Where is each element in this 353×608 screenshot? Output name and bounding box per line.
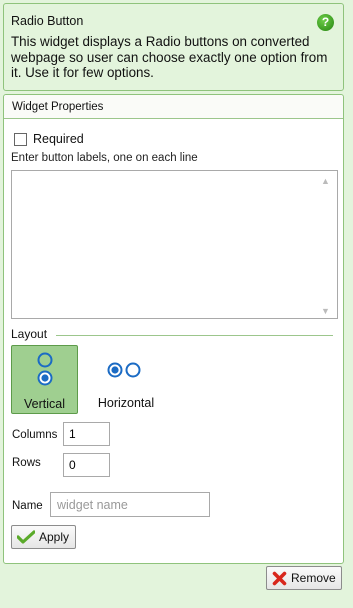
widget-description: This widget displays a Radio buttons on … <box>11 34 328 80</box>
layout-vertical-label: Vertical <box>24 397 65 411</box>
layout-horizontal-label: Horizontal <box>97 396 155 410</box>
checkmark-icon <box>17 530 35 544</box>
columns-label: Columns <box>12 429 58 441</box>
widget-properties-panel: Widget Properties Required Enter button … <box>3 94 344 564</box>
required-checkbox[interactable] <box>14 132 27 146</box>
layout-horizontal-option[interactable]: Horizontal <box>86 345 166 414</box>
widget-title: Radio Button <box>11 14 84 28</box>
help-icon[interactable]: ? <box>317 14 334 31</box>
layout-divider <box>56 335 333 336</box>
remove-label: Remove <box>291 571 336 585</box>
widget-info-panel: Radio Button ? This widget displays a Ra… <box>3 3 344 91</box>
apply-button[interactable]: Apply <box>11 525 76 549</box>
vertical-radio-icon <box>37 352 53 386</box>
button-labels-textarea[interactable] <box>11 170 338 319</box>
columns-input[interactable] <box>63 422 110 446</box>
remove-button[interactable]: Remove <box>266 566 342 590</box>
rows-label: Rows <box>12 457 41 469</box>
labels-caption: Enter button labels, one on each line <box>11 152 198 164</box>
properties-header: Widget Properties <box>4 95 343 119</box>
horizontal-radio-icon <box>107 362 141 378</box>
name-label: Name <box>12 500 43 512</box>
layout-legend: Layout <box>11 327 48 341</box>
rows-input[interactable] <box>63 453 110 477</box>
required-label: Required <box>33 132 84 146</box>
remove-x-icon <box>272 571 287 585</box>
layout-vertical-option[interactable]: Vertical <box>11 345 78 414</box>
apply-label: Apply <box>39 530 70 544</box>
widget-name-input[interactable] <box>50 492 210 517</box>
required-row[interactable]: Required <box>14 132 84 146</box>
